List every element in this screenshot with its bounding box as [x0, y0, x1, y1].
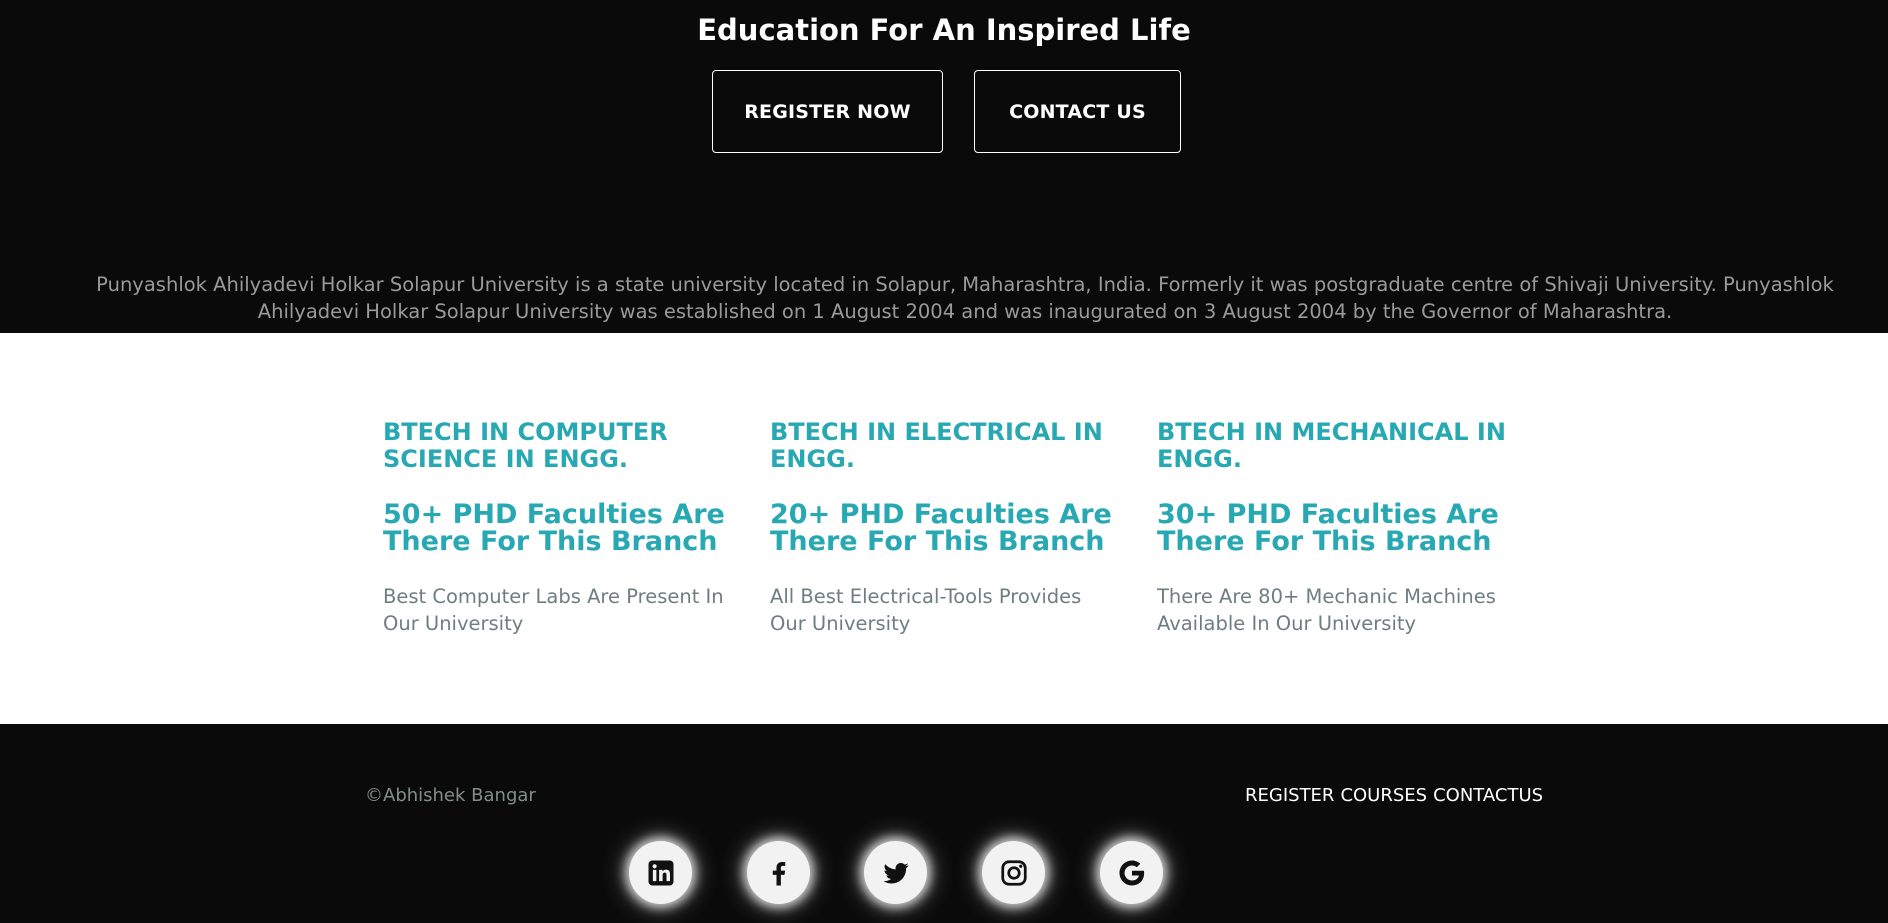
footer-nav: REGISTER COURSES CONTACTUS — [1245, 785, 1543, 806]
linkedin-icon[interactable] — [629, 841, 692, 904]
twitter-icon[interactable] — [864, 841, 927, 904]
google-icon[interactable] — [1100, 841, 1163, 904]
facebook-icon[interactable] — [747, 841, 810, 904]
course-faculties: 20+ PHD Faculties Are There For This Bra… — [770, 499, 1112, 557]
course-card-electrical: BTECH IN ELECTRICAL IN ENGG. 20+ PHD Fac… — [770, 418, 1120, 636]
footer-link-register[interactable]: REGISTER — [1245, 785, 1334, 806]
course-card-mechanical: BTECH IN MECHANICAL IN ENGG. 30+ PHD Fac… — [1157, 418, 1507, 636]
hero-section: Education For An Inspired Life REGISTER … — [0, 0, 1888, 333]
university-description: Punyashlok Ahilyadevi Holkar Solapur Uni… — [96, 272, 1834, 323]
course-faculties: 30+ PHD Faculties Are There For This Bra… — [1157, 499, 1499, 557]
course-title: BTECH IN MECHANICAL IN ENGG. — [1157, 418, 1506, 473]
footer-link-contactus[interactable]: CONTACTUS — [1433, 785, 1543, 806]
copyright-text: ©Abhishek Bangar — [365, 785, 536, 806]
course-description: All Best Electrical-Tools Provides Our U… — [770, 585, 1082, 635]
course-description: Best Computer Labs Are Present In Our Un… — [383, 585, 724, 635]
hero-tagline: Education For An Inspired Life — [697, 13, 1191, 48]
course-faculties: 50+ PHD Faculties Are There For This Bra… — [383, 499, 725, 557]
register-now-button[interactable]: REGISTER NOW — [712, 70, 943, 153]
contact-us-button[interactable]: CONTACT US — [974, 70, 1181, 153]
course-title: BTECH IN COMPUTER SCIENCE IN ENGG. — [383, 418, 668, 473]
courses-section: BTECH IN COMPUTER SCIENCE IN ENGG. 50+ P… — [0, 333, 1888, 724]
instagram-icon[interactable] — [982, 841, 1045, 904]
course-title: BTECH IN ELECTRICAL IN ENGG. — [770, 418, 1103, 473]
footer: ©Abhishek Bangar REGISTER COURSES CONTAC… — [0, 724, 1888, 923]
footer-link-courses[interactable]: COURSES — [1340, 785, 1427, 806]
course-card-computer-science: BTECH IN COMPUTER SCIENCE IN ENGG. 50+ P… — [383, 418, 733, 636]
course-description: There Are 80+ Mechanic Machines Availabl… — [1157, 585, 1496, 635]
